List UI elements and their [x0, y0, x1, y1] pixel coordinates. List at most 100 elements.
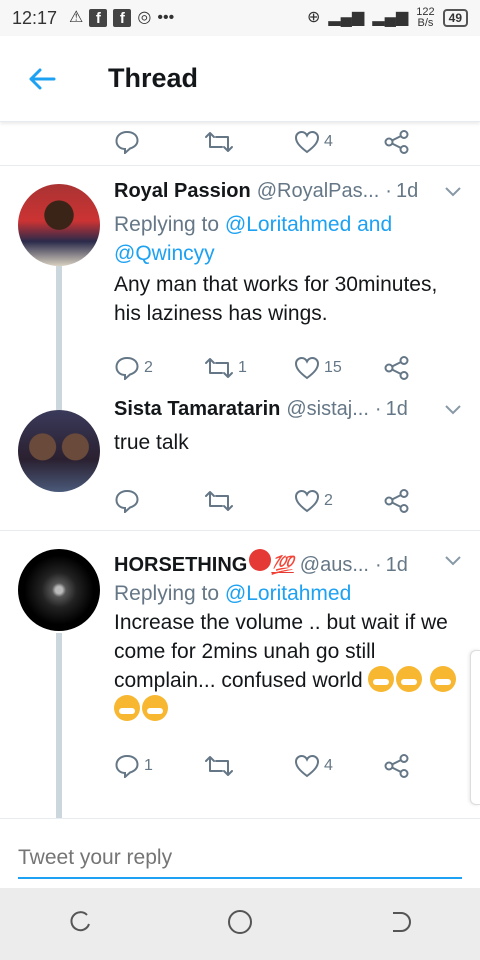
tweet-menu-button[interactable] — [444, 398, 462, 421]
mention-link[interactable]: @Loritahmed — [225, 582, 351, 605]
thread-header: Thread — [0, 36, 480, 122]
like-count: 2 — [324, 492, 333, 509]
reply-bar — [0, 818, 480, 888]
chevron-down-icon — [445, 405, 461, 415]
battery-indicator: 49 — [442, 9, 468, 27]
tweet-text: true talk — [114, 431, 189, 454]
reply-button[interactable]: 2 — [114, 356, 204, 380]
whatsapp-icon: ◎ — [137, 9, 152, 26]
retweet-icon — [205, 132, 233, 152]
tweet-text: Increase the volume .. but wait if we co… — [114, 608, 466, 724]
author-handle[interactable]: @RoyalPas... — [257, 180, 380, 203]
face-with-steam-emoji — [430, 666, 457, 692]
tweet-actions: 4 — [114, 122, 414, 162]
back-button[interactable] — [0, 36, 84, 122]
speech-bubble-icon — [115, 489, 139, 513]
arrow-left-icon — [29, 68, 56, 89]
face-with-steam-emoji — [114, 695, 140, 721]
share-icon — [384, 356, 409, 380]
avatar[interactable] — [18, 184, 100, 266]
data-saver-icon: ⊕ — [306, 9, 321, 26]
system-nav-bar — [0, 888, 480, 960]
tweet-actions: 2 — [114, 481, 466, 521]
replying-to: Replying to @Loritahmed — [114, 582, 352, 605]
heart-icon — [294, 754, 320, 778]
reply-button[interactable]: 1 — [114, 754, 204, 778]
retweet-button[interactable] — [204, 490, 294, 512]
tweet[interactable]: Sista Tamaratarin @sistaj... · 1d true t… — [0, 398, 480, 530]
share-button[interactable] — [384, 356, 414, 380]
separator: · — [385, 180, 392, 202]
tweet-reply-input[interactable] — [18, 839, 462, 879]
more-notifications-icon: ••• — [157, 9, 175, 26]
like-button[interactable]: 2 — [294, 489, 384, 513]
status-bar: 12:17 ⚠ f f ◎ ••• ⊕ ▂▄▆ ▂▄▆ 122 B/s 49 — [0, 0, 480, 36]
tweet-header: Royal Passion @RoyalPas... · 1d — [114, 180, 466, 210]
retweet-button[interactable] — [204, 131, 294, 153]
status-time: 12:17 — [12, 7, 58, 28]
share-icon — [384, 489, 409, 513]
retweet-button[interactable]: 1 — [204, 357, 294, 379]
thread-connector — [56, 266, 62, 416]
author-handle[interactable]: @sistaj... — [286, 398, 369, 421]
back-nav-button[interactable] — [387, 909, 413, 940]
tweet-time: 1d — [385, 554, 408, 576]
author-handle[interactable]: @aus... — [300, 554, 369, 577]
share-button[interactable] — [384, 489, 414, 513]
retweet-icon — [205, 491, 233, 511]
chevron-down-icon — [445, 187, 461, 197]
speech-bubble-icon — [115, 356, 139, 380]
author-name[interactable]: Sista Tamaratarin — [114, 398, 280, 421]
back-nav-icon — [393, 911, 412, 932]
facebook-icon: f — [89, 9, 108, 27]
like-count: 4 — [324, 757, 333, 774]
tweet-header: Sista Tamaratarin @sistaj... · 1d — [114, 398, 466, 428]
avatar[interactable] — [18, 410, 100, 492]
like-count: 15 — [324, 359, 342, 376]
heart-icon — [294, 130, 320, 154]
tweet-menu-button[interactable] — [444, 180, 462, 203]
replying-to: Replying to @Loritahmed and @Qwincyy — [114, 213, 393, 265]
reply-button[interactable] — [114, 130, 204, 154]
speech-bubble-icon — [115, 130, 139, 154]
like-button[interactable]: 4 — [294, 130, 384, 154]
mention-link[interactable]: @Loritahmed and — [225, 213, 392, 236]
tweet-menu-button[interactable] — [444, 549, 462, 572]
recents-button[interactable] — [67, 909, 93, 940]
separator: · — [374, 398, 382, 420]
share-button[interactable] — [384, 130, 414, 154]
author-name[interactable]: HORSETHING — [114, 554, 247, 577]
tweet-text: Any man that works for 30minutes, his la… — [114, 273, 438, 325]
reply-button[interactable] — [114, 489, 204, 513]
network-speed: 122 B/s — [416, 6, 435, 29]
signal-icon: ▂▄▆ — [328, 9, 365, 26]
facebook-icon: f — [113, 9, 132, 27]
retweet-button[interactable] — [204, 755, 294, 777]
page-title: Thread — [108, 63, 199, 93]
face-with-steam-emoji — [368, 666, 395, 692]
thread-feed[interactable]: 4 Royal Passion @RoyalPas... · 1d Replyi… — [0, 122, 480, 818]
like-button[interactable]: 4 — [294, 754, 384, 778]
retweet-icon — [205, 358, 233, 378]
scrollbar-handle[interactable] — [470, 650, 480, 805]
heart-icon — [294, 489, 320, 513]
tweet[interactable]: Royal Passion @RoyalPas... · 1d Replying… — [0, 166, 480, 416]
avatar[interactable] — [18, 549, 100, 631]
home-button[interactable] — [226, 908, 254, 941]
tweet-actions: 2 1 15 — [114, 348, 466, 388]
share-button[interactable] — [384, 754, 414, 778]
retweet-count: 1 — [238, 359, 247, 376]
like-button[interactable]: 15 — [294, 356, 384, 380]
tweet-actions: 1 4 — [114, 746, 466, 786]
author-name[interactable]: Royal Passion — [114, 180, 251, 203]
tweet[interactable]: HORSETHING 💯 @aus... · 1d Replying to @L… — [0, 531, 480, 818]
mention-link[interactable]: @Qwincyy — [114, 242, 215, 265]
recent-apps-icon — [70, 910, 90, 931]
partial-tweet: 4 — [0, 122, 480, 166]
separator: · — [374, 554, 382, 576]
reply-count: 1 — [144, 757, 153, 774]
reply-count: 2 — [144, 359, 153, 376]
chevron-down-icon — [445, 556, 461, 566]
tweet-time: 1d — [385, 398, 408, 420]
like-count: 4 — [324, 133, 333, 150]
